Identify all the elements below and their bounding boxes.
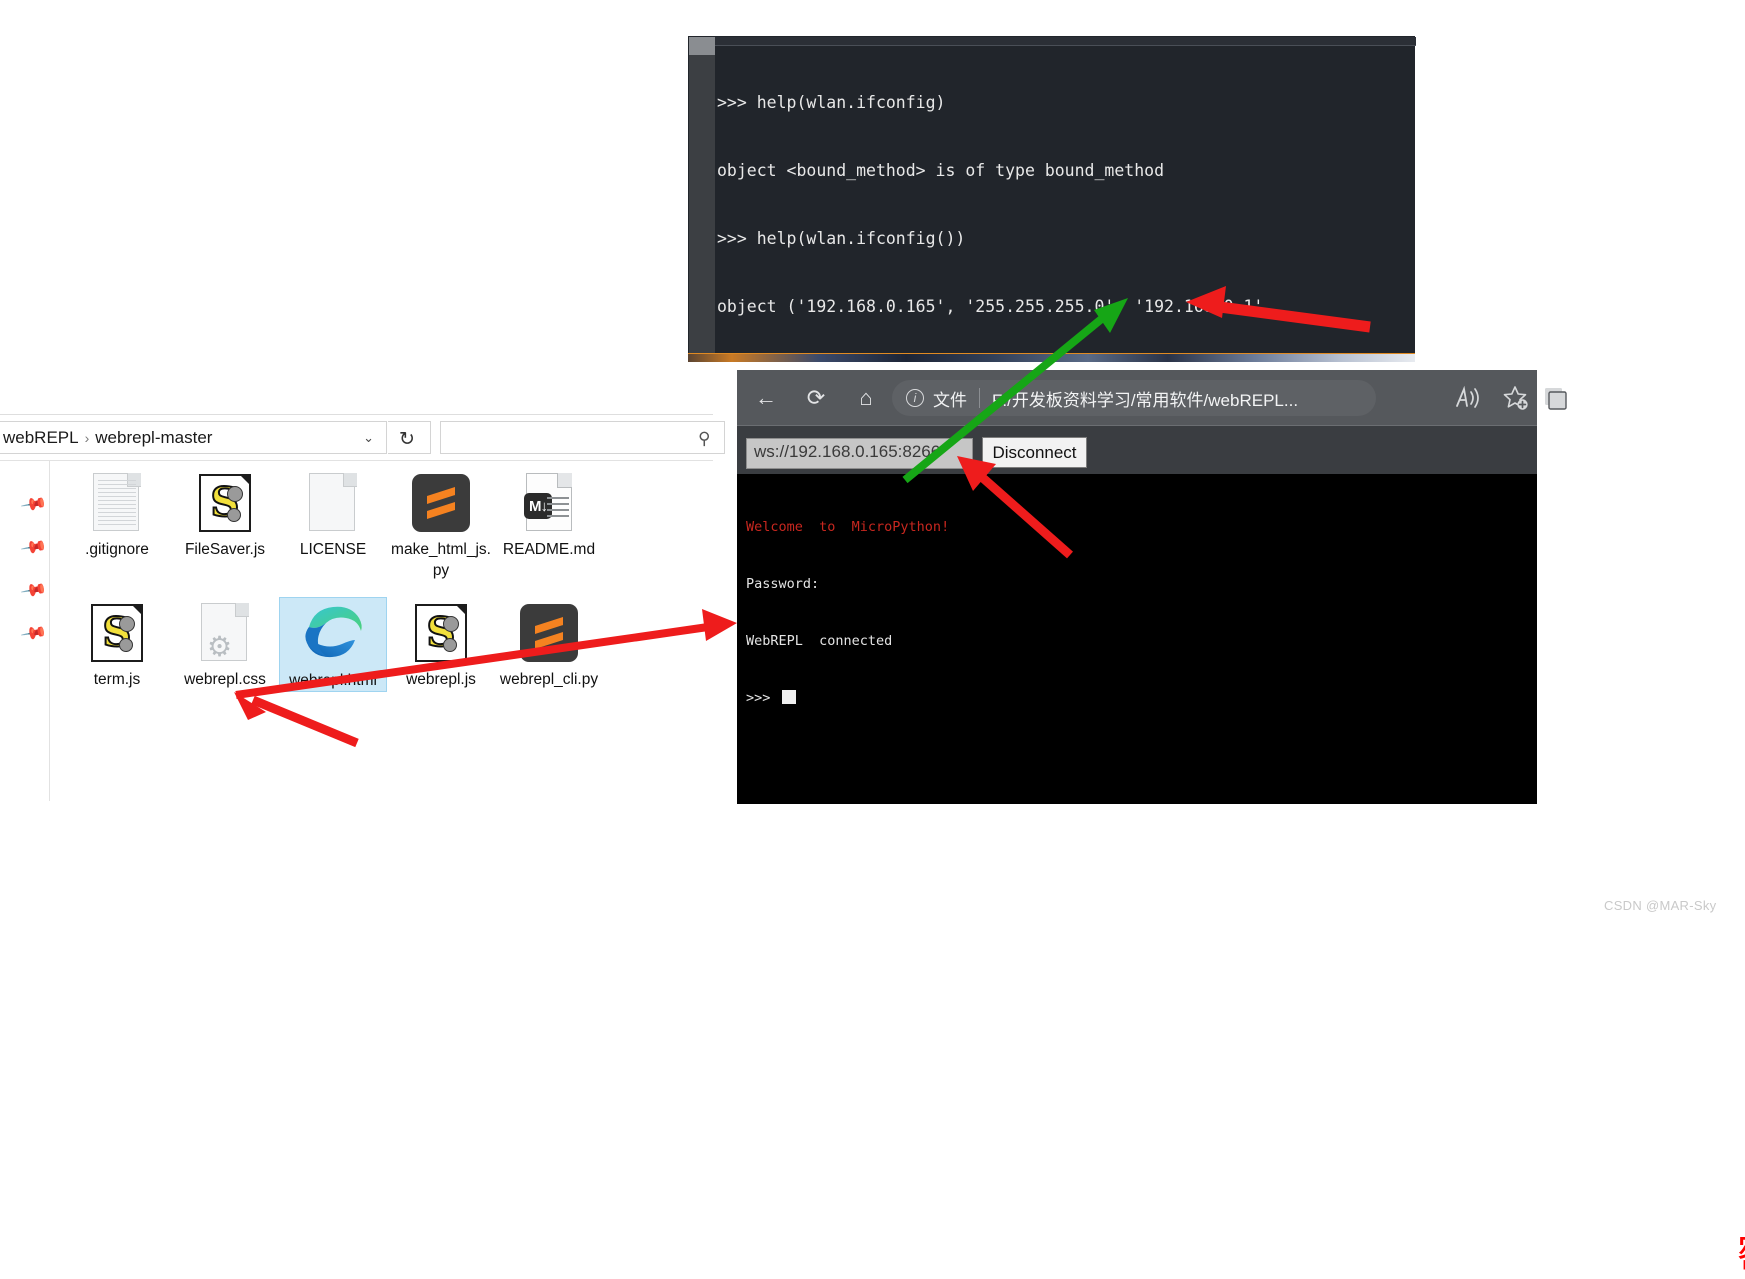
annotation-text: 密码还是webrepl_setup设置过的值 — [1737, 1229, 1745, 1279]
file-icon-wrap — [279, 467, 387, 539]
serial-terminal-window: >>> help(wlan.ifconfig) object <bound_me… — [688, 36, 1416, 356]
console-prompt: >>> — [746, 690, 771, 706]
console-prompt-line[interactable]: >>> — [746, 689, 1537, 708]
webrepl-url-input[interactable]: ws://192.168.0.165:8266 — [746, 438, 973, 469]
file-name-label: webrepl_cli.py — [499, 671, 599, 688]
add-favorite-icon[interactable] — [1502, 384, 1532, 417]
desktop-wallpaper-strip — [688, 354, 1415, 362]
text-file-icon — [93, 473, 141, 533]
scheme-label: 文件 — [933, 390, 967, 410]
chevron-down-icon[interactable]: ⌄ — [363, 430, 374, 446]
terminal-line: >>> help(wlan.ifconfig) — [717, 93, 946, 113]
console-cursor — [782, 690, 797, 704]
terminal-line: object ('192.168.0.165', '255.255.255.0'… — [717, 296, 1274, 316]
file-item[interactable]: ⚙ webrepl.css — [171, 597, 279, 690]
search-icon: ⚲ — [697, 429, 710, 448]
console-password-line: Password: — [746, 576, 820, 592]
breadcrumb-separator-icon: › — [84, 430, 90, 446]
js-script-icon: S — [91, 604, 143, 662]
file-name-label: .gitignore — [85, 541, 149, 558]
refresh-button[interactable]: ↻ — [388, 421, 431, 454]
file-icon-wrap — [63, 467, 171, 539]
file-item[interactable]: Swebrepl.js — [387, 597, 495, 690]
omnibox-divider — [979, 388, 980, 408]
edge-browser-window: ← ⟳ ⌂ i 文件 F:/开发板资料学习/常用软件/webREPL... ws… — [737, 370, 1745, 1278]
navigation-pane: 📌 📌 📌 📌 — [0, 461, 50, 801]
url-text: F:/开发板资料学习/常用软件/webREPL... — [992, 390, 1299, 410]
address-bar[interactable]: webREPL › webrepl-master ⌄ — [0, 421, 387, 454]
js-script-icon: S — [199, 474, 251, 532]
file-icon-wrap: M↓ — [495, 467, 603, 539]
blank-file-icon — [309, 473, 357, 533]
sublime-py-icon — [520, 604, 578, 662]
breadcrumb: webREPL › webrepl-master — [3, 428, 212, 448]
edge-browser-icon — [303, 604, 363, 664]
file-icon-wrap: S — [63, 597, 171, 669]
info-icon[interactable]: i — [906, 389, 924, 407]
back-button[interactable]: ← — [749, 381, 783, 415]
file-name-label: make_html_js.py — [391, 541, 491, 579]
terminal-line: >>> help(wlan.ifconfig()) — [717, 228, 966, 248]
file-name-label: webrepl.css — [184, 671, 266, 688]
file-item[interactable]: webrepl.html — [279, 597, 387, 692]
file-item[interactable]: webrepl_cli.py — [495, 597, 603, 690]
terminal-scroll-thumb[interactable] — [689, 37, 715, 55]
reload-button[interactable]: ⟳ — [799, 381, 833, 415]
file-icon-wrap: S — [171, 467, 279, 539]
home-button[interactable]: ⌂ — [849, 381, 883, 415]
markdown-file-icon: M↓ — [524, 473, 574, 533]
file-name-label: webrepl.js — [406, 671, 476, 688]
webrepl-page: ws://192.168.0.165:8266 Disconnect Welco… — [737, 426, 1745, 1278]
css-file-icon: ⚙ — [201, 603, 249, 663]
watermark: CSDN @MAR-Sky — [1604, 898, 1717, 913]
address-bar[interactable]: i 文件 F:/开发板资料学习/常用软件/webREPL... — [892, 380, 1376, 416]
console-connected-line: WebREPL connected — [746, 633, 893, 649]
file-explorer-window: webREPL › webrepl-master ⌄ ↻ ⚲ 📌 📌 📌 📌 .gi… — [0, 414, 725, 801]
file-icon-wrap: ⚙ — [171, 597, 279, 669]
webrepl-console[interactable]: Welcome to MicroPython! Password: WebREP… — [737, 474, 1745, 1278]
search-input[interactable]: ⚲ — [440, 421, 725, 454]
collections-icon[interactable] — [1542, 384, 1572, 417]
terminal-scrollbar[interactable] — [689, 37, 715, 355]
file-item[interactable]: LICENSE — [279, 467, 387, 560]
file-item[interactable]: .gitignore — [63, 467, 171, 560]
js-script-icon: S — [415, 604, 467, 662]
refresh-icon: ↻ — [399, 429, 415, 450]
file-icon-wrap: S — [387, 597, 495, 669]
breadcrumb-current[interactable]: webrepl-master — [95, 428, 212, 447]
file-name-label: term.js — [93, 671, 141, 688]
pin-icon[interactable]: 📌 — [20, 619, 48, 647]
file-item[interactable]: S FileSaver.js — [171, 467, 279, 560]
file-icon-wrap — [495, 597, 603, 669]
console-welcome-line: Welcome to MicroPython! — [746, 519, 950, 535]
file-icon-wrap — [280, 598, 386, 670]
file-name-label: LICENSE — [299, 541, 367, 558]
browser-toolbar: ← ⟳ ⌂ i 文件 F:/开发板资料学习/常用软件/webREPL... — [737, 370, 1567, 426]
breadcrumb-parent[interactable]: webREPL — [3, 428, 79, 447]
terminal-output: >>> help(wlan.ifconfig) object <bound_me… — [717, 45, 1414, 355]
read-aloud-icon[interactable] — [1454, 384, 1484, 417]
file-icon-wrap — [387, 467, 495, 539]
file-item[interactable]: Sterm.js — [63, 597, 171, 690]
file-item[interactable]: make_html_js.py — [387, 467, 495, 581]
pin-icon[interactable]: 📌 — [20, 576, 48, 604]
file-item[interactable]: M↓ README.md — [495, 467, 603, 560]
sublime-py-icon — [412, 474, 470, 532]
pin-icon[interactable]: 📌 — [20, 490, 48, 518]
pin-icon[interactable]: 📌 — [20, 533, 48, 561]
explorer-address-row: webREPL › webrepl-master ⌄ ↻ ⚲ — [0, 415, 725, 459]
file-name-label: FileSaver.js — [184, 541, 266, 558]
terminal-line: object <bound_method> is of type bound_m… — [717, 160, 1165, 180]
disconnect-button[interactable]: Disconnect — [982, 437, 1087, 468]
file-name-label: webrepl.html — [289, 672, 377, 689]
file-name-label: README.md — [502, 541, 596, 558]
file-list-pane[interactable]: .gitignore S FileSaver.js LICENSE make_html_… — [51, 461, 713, 801]
